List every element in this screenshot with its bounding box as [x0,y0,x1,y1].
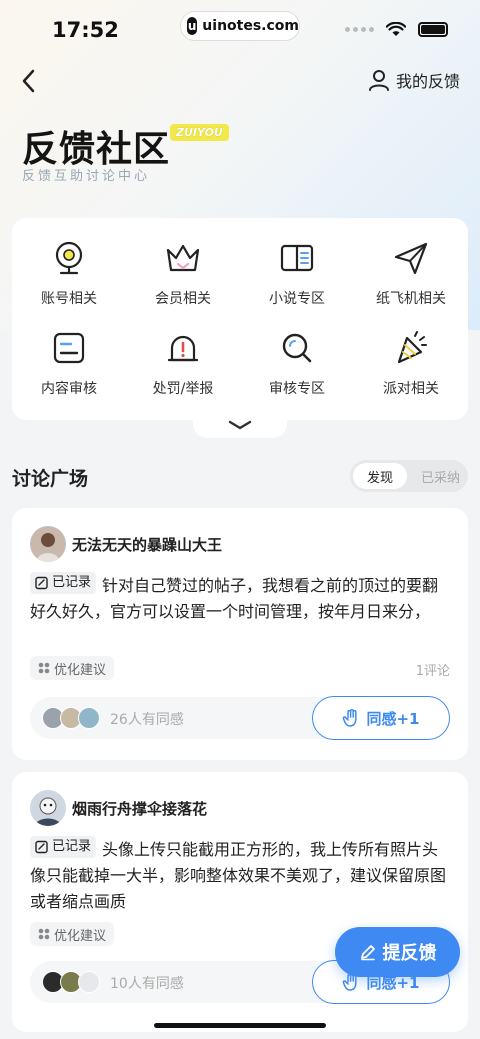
site-logo-icon: u [187,17,198,35]
category-report[interactable]: 处罚/举报 [126,328,240,418]
expand-categories-button[interactable] [193,420,287,438]
recorded-badge: 已记录 [30,572,97,594]
post-card[interactable]: 烟雨行舟撑伞接落花 已记录 头像上传只能截用正方形的，我上传所有照片头像只能截掉… [12,772,468,1032]
category-plane[interactable]: 纸飞机相关 [354,238,468,328]
empathy-button[interactable]: 同感+1 [312,696,450,740]
post-author[interactable]: 无法无天的暴躁山大王 [30,526,222,562]
submit-feedback-label: 提反馈 [382,943,437,964]
tag-label: 优化建议 [54,928,107,944]
category-label: 审核专区 [269,381,325,397]
party-icon [397,331,427,364]
edit-note-icon [35,576,48,590]
empathy-count: 26人有同感 [110,712,184,728]
tab-adopted[interactable]: 已采纳 [421,460,460,492]
wifi-icon [386,22,406,36]
user-icon [368,70,389,91]
edit-note-icon [35,840,48,854]
back-chevron-icon[interactable] [14,66,44,96]
category-label: 账号相关 [41,291,97,307]
empathy-bar: 26人有同感 同感+1 [30,696,450,740]
author-name: 烟雨行舟撑伞接落花 [72,799,208,818]
signal-dots-icon [345,27,374,32]
submit-feedback-button[interactable]: 提反馈 [335,927,460,977]
chevron-down-icon [228,420,252,430]
author-name: 无法无天的暴躁山大王 [72,535,223,554]
tag-label: 优化建议 [54,662,107,678]
avatar [30,526,66,562]
avatar [78,707,100,729]
book-icon [280,244,314,272]
category-label: 派对相关 [383,381,439,397]
alarm-icon [167,335,199,362]
empathy-button-label: 同感+1 [366,709,420,728]
post-author[interactable]: 烟雨行舟撑伞接落花 [30,790,207,826]
home-indicator[interactable] [154,1023,326,1028]
category-account[interactable]: 账号相关 [12,238,126,328]
status-time: 17:52 [52,18,119,42]
crown-icon [166,244,200,272]
post-tag[interactable]: 优化建议 [30,922,115,946]
recorded-label: 已记录 [52,839,92,854]
category-card: 账号相关 会员相关 小说专区 纸飞机相关 内容审核 处罚/举报 审核专区 派对相… [12,218,468,420]
category-label: 纸飞机相关 [376,291,446,307]
avatar [30,790,66,826]
discussion-header: 讨论广场 发现 已采纳 [12,460,468,492]
hand-icon [343,709,358,727]
page-subtitle: 反馈互助讨论中心 [22,169,151,184]
my-feedback-label: 我的反馈 [395,72,460,91]
url-pill[interactable]: u uinotes.com [180,11,300,41]
paper-plane-icon [394,242,428,275]
webcam-icon [55,241,83,275]
recorded-badge: 已记录 [30,836,97,858]
comment-count[interactable]: 1评论 [416,660,450,679]
post-tag[interactable]: 优化建议 [30,656,115,680]
category-label: 内容审核 [41,381,97,397]
category-novel[interactable]: 小说专区 [240,238,354,328]
battery-icon [418,22,448,37]
avatar-stack [42,707,100,729]
category-party[interactable]: 派对相关 [354,328,468,418]
category-review-zone[interactable]: 审核专区 [240,328,354,418]
url-text: uinotes.com [202,18,299,34]
discussion-tabs: 发现 已采纳 [350,460,468,492]
recorded-label: 已记录 [52,575,92,590]
category-label: 小说专区 [269,291,325,307]
section-title: 讨论广场 [12,468,89,490]
category-content-review[interactable]: 内容审核 [12,328,126,418]
status-icons [345,22,448,37]
tab-discover[interactable]: 发现 [353,463,407,489]
post-card[interactable]: 无法无天的暴躁山大王 已记录 针对自己赞过的帖子，我想看之前的顶过的要翻好久好久… [12,508,468,760]
post-body: 已记录 头像上传只能截用正方形的，我上传所有照片头像只能截掉一大半，影响整体效果… [30,836,450,915]
category-label: 处罚/举报 [152,381,214,397]
document-icon [53,332,85,364]
brand-badge: ZUIYOU [170,124,229,141]
category-member[interactable]: 会员相关 [126,238,240,328]
avatar [78,971,100,993]
post-body: 已记录 针对自己赞过的帖子，我想看之前的顶过的要翻好久好久，官方可以设置一个时间… [30,572,450,625]
grid-icon [38,662,50,674]
status-bar: 17:52 u uinotes.com [0,0,480,60]
grid-icon [38,928,50,940]
category-label: 会员相关 [155,291,211,307]
pencil-icon [360,945,375,961]
my-feedback-link[interactable]: 我的反馈 [368,68,460,92]
avatar-stack [42,971,100,993]
search-icon [282,333,312,363]
empathy-count: 10人有同感 [110,976,184,992]
